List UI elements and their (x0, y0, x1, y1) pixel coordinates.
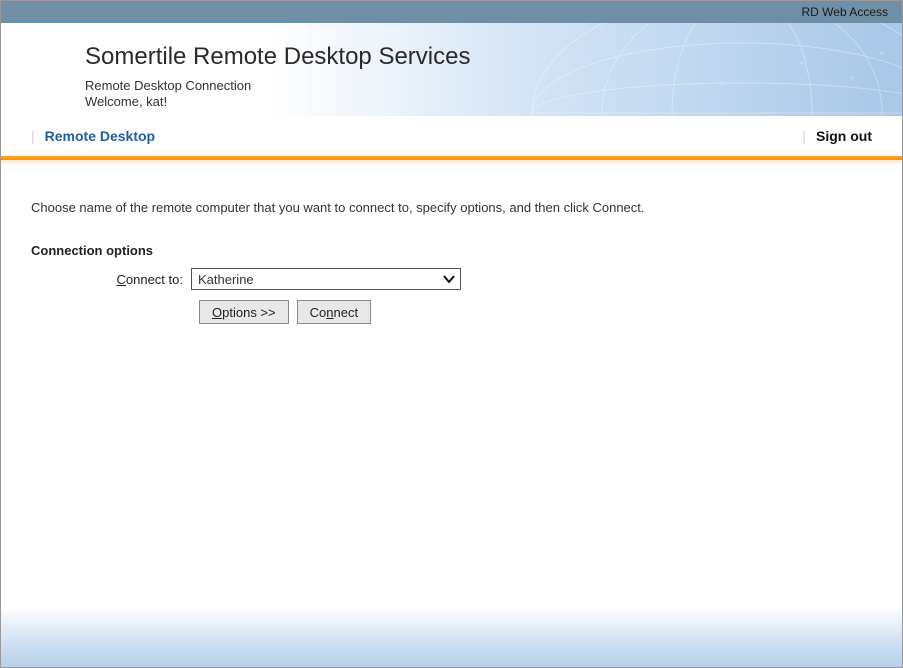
globe-graphic (442, 23, 902, 116)
connect-to-row: Connect to: Katherine (31, 268, 872, 290)
top-bar: RD Web Access (1, 1, 902, 23)
nav-bar: | Remote Desktop | Sign out (1, 116, 902, 156)
section-heading: Connection options (31, 243, 872, 258)
options-button[interactable]: Options >> (199, 300, 289, 324)
sign-out-link[interactable]: Sign out (816, 128, 872, 144)
connect-to-combo[interactable]: Katherine (191, 268, 461, 290)
tab-remote-desktop[interactable]: Remote Desktop (45, 128, 155, 144)
connect-button[interactable]: Connect (297, 300, 371, 324)
main-content: Choose name of the remote computer that … (1, 160, 902, 344)
topbar-label: RD Web Access (802, 5, 888, 19)
connect-to-value: Katherine (198, 272, 254, 287)
banner: Somertile Remote Desktop Services Remote… (1, 23, 902, 116)
page-title: Somertile Remote Desktop Services (85, 43, 470, 72)
chevron-down-icon (442, 272, 456, 286)
footer-gradient (1, 607, 902, 667)
nav-separator: | (31, 128, 35, 144)
nav-separator: | (802, 128, 806, 144)
page-subtitle: Remote Desktop Connection (85, 78, 470, 94)
connect-to-label: Connect to: (31, 272, 191, 287)
button-row: Options >> Connect (199, 300, 872, 324)
welcome-text: Welcome, kat! (85, 94, 470, 110)
intro-text: Choose name of the remote computer that … (31, 200, 872, 215)
